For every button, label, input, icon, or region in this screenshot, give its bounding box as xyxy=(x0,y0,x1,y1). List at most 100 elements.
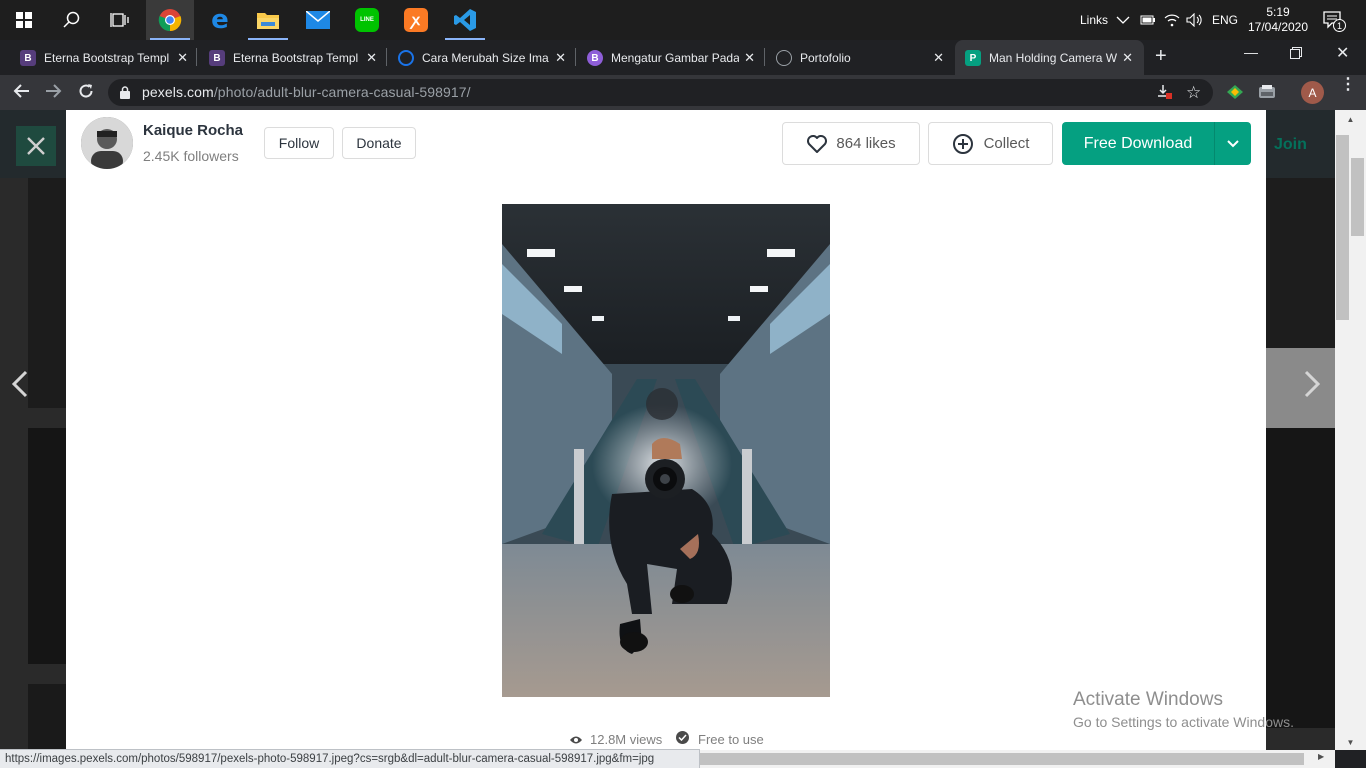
tab-pexels-active[interactable]: P Man Holding Camera W ✕ xyxy=(965,44,1141,72)
minimize-button[interactable]: — xyxy=(1244,44,1258,60)
donate-button[interactable]: Donate xyxy=(342,127,416,159)
tab-title: Mengatur Gambar Pada xyxy=(611,51,739,65)
tab-title: Cara Merubah Size Ima xyxy=(422,51,549,65)
watermark-title: Activate Windows xyxy=(1073,689,1223,710)
clock[interactable]: 5:19 17/04/2020 xyxy=(1248,0,1308,40)
chevron-down-icon xyxy=(1227,139,1239,147)
tab-title: Eterna Bootstrap Templ xyxy=(44,51,170,65)
plus-circle-icon xyxy=(952,133,973,154)
site-favicon-icon xyxy=(398,50,414,66)
links-toolbar[interactable]: Links xyxy=(1080,0,1130,40)
close-tab-icon[interactable]: ✕ xyxy=(177,50,188,66)
url-text[interactable]: pexels.com/photo/adult-blur-camera-casua… xyxy=(142,84,471,100)
tab-separator xyxy=(386,48,387,66)
background-photo xyxy=(1266,428,1335,728)
close-tab-icon[interactable]: ✕ xyxy=(366,50,377,66)
license-label[interactable]: Free to use xyxy=(698,732,764,747)
likes-count: 864 likes xyxy=(836,135,896,152)
notification-count: 1 xyxy=(1333,19,1346,32)
back-button[interactable] xyxy=(12,83,30,104)
file-explorer-icon[interactable] xyxy=(244,0,292,40)
links-label: Links xyxy=(1080,13,1109,27)
close-icon xyxy=(27,137,45,155)
eye-icon xyxy=(569,732,583,750)
tab-separator xyxy=(196,48,197,66)
background-photo xyxy=(28,178,66,408)
activate-windows-watermark: Activate Windows Go to Settings to activ… xyxy=(1073,689,1294,733)
collect-label: Collect xyxy=(983,135,1030,152)
task-view-icon[interactable] xyxy=(96,0,144,40)
volume-icon[interactable] xyxy=(1186,0,1204,40)
url-path: /photo/adult-blur-camera-casual-598917/ xyxy=(213,84,471,100)
restore-button[interactable] xyxy=(1290,46,1302,64)
main-photo[interactable] xyxy=(502,204,830,697)
horizontal-scrollbar[interactable]: ▶ xyxy=(700,750,1335,768)
scroll-up-arrow[interactable]: ▲ xyxy=(1335,110,1366,129)
action-center-icon[interactable]: 1 xyxy=(1322,0,1346,40)
clock-time: 5:19 xyxy=(1266,5,1290,19)
chrome-menu-icon[interactable]: ⋮ xyxy=(1340,77,1356,93)
avatar[interactable] xyxy=(81,117,133,169)
like-button[interactable]: 864 likes xyxy=(782,122,920,165)
forward-button[interactable] xyxy=(45,83,63,104)
tab-separator xyxy=(764,48,765,66)
close-tab-icon[interactable]: ✕ xyxy=(744,50,755,66)
mail-icon[interactable] xyxy=(294,0,342,40)
extension-icon[interactable] xyxy=(1226,84,1244,105)
download-blocked-icon[interactable] xyxy=(1157,84,1173,105)
line-icon[interactable]: LINE xyxy=(343,0,391,40)
search-icon[interactable] xyxy=(48,0,96,40)
photographer-name[interactable]: Kaique Rocha xyxy=(143,122,243,139)
lock-icon[interactable] xyxy=(120,86,130,104)
free-download-button[interactable]: Free Download xyxy=(1062,122,1214,165)
bookmark-star-icon[interactable]: ☆ xyxy=(1186,83,1201,103)
battery-icon[interactable] xyxy=(1140,0,1156,40)
new-tab-button[interactable]: + xyxy=(1155,45,1167,68)
previous-photo-button[interactable] xyxy=(10,370,30,403)
close-tab-icon[interactable]: ✕ xyxy=(555,50,566,66)
tab-eterna-2[interactable]: B Eterna Bootstrap Templ ✕ xyxy=(209,44,385,72)
tab-mengatur-gambar[interactable]: B Mengatur Gambar Pada ✕ xyxy=(587,44,763,72)
download-options-button[interactable] xyxy=(1214,122,1251,165)
start-icon[interactable] xyxy=(0,0,48,40)
close-tab-icon[interactable]: ✕ xyxy=(933,50,944,66)
view-count: 12.8M views xyxy=(590,732,663,747)
scroll-right-arrow[interactable]: ▶ xyxy=(1318,752,1324,761)
wifi-icon[interactable] xyxy=(1164,0,1180,40)
reload-button[interactable] xyxy=(78,83,94,104)
tab-cara-merubah[interactable]: Cara Merubah Size Ima ✕ xyxy=(398,44,574,72)
chevron-right-icon xyxy=(1304,370,1321,398)
background-photo xyxy=(1266,348,1335,428)
language-label: ENG xyxy=(1212,13,1239,27)
clock-date: 17/04/2020 xyxy=(1247,20,1309,34)
edge-icon[interactable]: e xyxy=(196,0,244,40)
check-circle-icon xyxy=(676,731,689,744)
tab-eterna-1[interactable]: B Eterna Bootstrap Templ ✕ xyxy=(20,44,196,72)
tab-title: Eterna Bootstrap Templ xyxy=(233,51,359,65)
vscode-icon[interactable] xyxy=(441,0,489,40)
close-window-button[interactable]: ✕ xyxy=(1336,43,1349,63)
scroll-down-arrow[interactable]: ▼ xyxy=(1335,734,1366,750)
close-tab-icon[interactable]: ✕ xyxy=(1122,50,1133,66)
bootstrap-favicon-icon: B xyxy=(209,50,225,66)
next-photo-button[interactable] xyxy=(1302,370,1322,403)
windows-taskbar: e LINE ꭗ Links ENG 5:19 17/04/2020 1 xyxy=(0,0,1366,40)
vertical-scrollbar[interactable]: ▲ ▼ xyxy=(1335,110,1366,750)
follow-button[interactable]: Follow xyxy=(264,127,334,159)
profile-avatar[interactable]: A xyxy=(1301,81,1324,104)
background-photo xyxy=(1266,178,1335,348)
chrome-icon[interactable] xyxy=(146,0,194,40)
language-indicator[interactable]: ENG xyxy=(1212,0,1238,40)
chevron-down-icon xyxy=(1116,16,1130,24)
horizontal-scrollbar-thumb[interactable] xyxy=(700,753,1304,765)
xampp-icon[interactable]: ꭗ xyxy=(392,0,440,40)
background-photo xyxy=(28,428,66,664)
close-modal-button[interactable] xyxy=(16,126,56,166)
cast-extension-icon[interactable] xyxy=(1258,84,1276,105)
scrollbar-thumb[interactable] xyxy=(1351,158,1364,236)
tab-portofolio[interactable]: Portofolio ✕ xyxy=(776,44,952,72)
scrollbar-thumb-outer[interactable] xyxy=(1336,135,1349,320)
collect-button[interactable]: Collect xyxy=(928,122,1053,165)
tab-title: Man Holding Camera W xyxy=(989,51,1117,65)
tab-separator xyxy=(575,48,576,66)
